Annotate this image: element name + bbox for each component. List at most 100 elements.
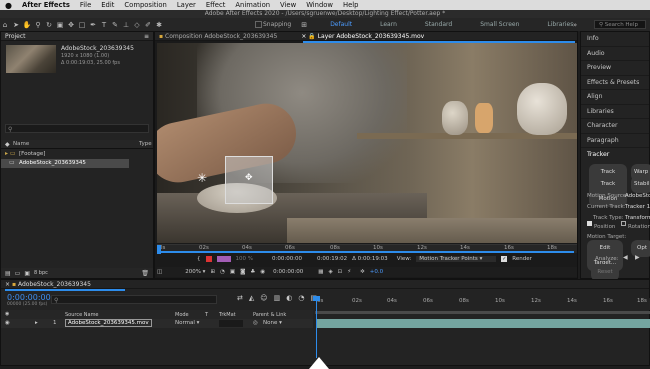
col-type[interactable]: Type — [139, 141, 152, 147]
time-ruler[interactable]: 0s 02s 04s 06s 08s 10s 12s 14s 16s 18s — [157, 244, 577, 254]
panel-audio[interactable]: Audio — [581, 47, 649, 61]
menu-help[interactable]: Help — [338, 1, 364, 9]
rectangle-tool-icon[interactable]: □ — [77, 20, 87, 30]
visibility-eye-icon[interactable]: ◉ — [5, 320, 10, 326]
set-in-icon[interactable]: { — [197, 256, 201, 262]
timeline-playhead[interactable] — [316, 298, 317, 358]
brush-tool-icon[interactable]: ✎ — [110, 20, 120, 30]
col-source-name[interactable]: Source Name — [65, 312, 99, 318]
bpc-label[interactable]: 8 bpc — [34, 270, 48, 276]
table-row[interactable]: ◉ ▸ 1 AdobeStock_203639345.mov Normal ▾ … — [1, 319, 313, 328]
snap-options-icon[interactable]: ⊞ — [299, 20, 309, 30]
shy-icon[interactable]: ☺ — [260, 294, 267, 302]
panel-libraries[interactable]: Libraries — [581, 105, 649, 119]
search-help-input[interactable]: ⚲ Search Help — [594, 20, 646, 29]
view-dropdown[interactable]: Motion Tracker Points ▾ — [416, 256, 497, 262]
position-checkbox-icon[interactable] — [587, 221, 592, 226]
app-menu[interactable]: After Effects — [17, 1, 75, 9]
panel-effects-presets[interactable]: Effects & Presets — [581, 76, 649, 90]
pan-behind-tool-icon[interactable]: ✥ — [66, 20, 76, 30]
panel-paragraph[interactable]: Paragraph — [581, 134, 649, 148]
video-frame[interactable]: ✳ ✥ — [157, 43, 577, 243]
project-tab[interactable]: Project ≡ — [1, 32, 153, 41]
panel-info[interactable]: Info — [581, 32, 649, 47]
parent-pickwhip-icon[interactable]: ◎ — [253, 320, 258, 326]
trkmat-dropdown[interactable] — [219, 320, 243, 327]
new-comp-icon[interactable]: ▣ — [24, 270, 30, 277]
safe-zone-icon[interactable]: ▣ — [230, 269, 235, 275]
layer-name[interactable]: AdobeStock_203639345.mov — [65, 319, 152, 327]
tracker-feature-icon[interactable]: ✳ — [197, 171, 207, 185]
new-folder-icon[interactable]: ▭ — [15, 270, 21, 277]
lock-icon[interactable]: 🔒 — [308, 33, 315, 40]
panel-character[interactable]: Character — [581, 119, 649, 134]
3d-view-icon[interactable]: ◈ — [328, 269, 332, 275]
project-search-input[interactable]: ⚲ — [5, 124, 149, 133]
end-time[interactable]: 0:00:19:02 — [317, 256, 347, 262]
close-icon[interactable]: × — [301, 33, 306, 40]
interpret-footage-icon[interactable]: ▤ — [5, 270, 11, 277]
zoom-tool-icon[interactable]: ⚲ — [33, 20, 43, 30]
analyze-back-icon[interactable]: ◀ — [623, 251, 628, 266]
fast-preview-icon[interactable]: ⚡ — [347, 269, 351, 275]
work-area-bar[interactable] — [315, 311, 650, 314]
playhead-icon[interactable] — [157, 245, 161, 254]
playhead-handle-icon[interactable] — [313, 296, 320, 301]
layer-tab[interactable]: × 🔒 Layer AdobeStock_203639345.mov — [301, 32, 424, 40]
show-snapshot-icon[interactable]: ♣ — [250, 269, 255, 275]
home-icon[interactable]: ⌂ — [0, 20, 10, 30]
comp-flowchart-icon[interactable]: ⇄ — [237, 294, 243, 302]
roi-icon[interactable]: ⊡ — [338, 269, 343, 275]
options-button[interactable]: Opt — [631, 240, 650, 257]
work-area-bar[interactable] — [159, 251, 574, 253]
draft-3d-icon[interactable]: ◭ — [249, 294, 254, 302]
menu-view[interactable]: View — [275, 1, 301, 9]
mask-icon[interactable]: ◔ — [220, 269, 225, 275]
analyze-forward-icon[interactable]: ▶ — [635, 251, 640, 266]
workspace-standard[interactable]: Standard — [411, 21, 466, 28]
timeline-search-input[interactable]: ⚲ — [51, 295, 217, 304]
render-checkbox-icon[interactable]: ✓ — [501, 256, 508, 262]
timeline-ruler[interactable]: 0s 02s 04s 06s 08s 10s 12s 14s 16s 18s — [315, 298, 650, 310]
snapshot-icon[interactable]: ◙ — [240, 269, 245, 275]
menu-layer[interactable]: Layer — [172, 1, 201, 9]
menu-edit[interactable]: Edit — [96, 1, 119, 9]
type-tool-icon[interactable]: T — [99, 20, 109, 30]
apple-icon[interactable]: ● — [0, 1, 17, 10]
hand-tool-icon[interactable]: ✋ — [22, 20, 32, 30]
expand-chevron-icon[interactable]: ▸ — [35, 320, 38, 326]
rotate-tool-icon[interactable]: ↻ — [44, 20, 54, 30]
workspace-default[interactable]: Default — [316, 21, 366, 28]
always-preview-icon[interactable]: ◫ — [157, 269, 162, 275]
channel-icon[interactable]: ◉ — [260, 269, 265, 275]
grid-icon[interactable]: ⊞ — [210, 269, 215, 275]
transparency-icon[interactable]: ▦ — [318, 269, 323, 275]
delete-icon[interactable]: 🗑 — [141, 270, 149, 277]
col-name[interactable]: Name — [13, 141, 29, 147]
timeline-tab[interactable]: AdobeStock_203639345 — [18, 281, 91, 288]
eraser-tool-icon[interactable]: ◇ — [132, 20, 142, 30]
camera-tool-icon[interactable]: ▣ — [55, 20, 65, 30]
color-swatch-red[interactable] — [205, 256, 212, 262]
col-t[interactable]: T — [205, 312, 208, 318]
selection-tool-icon[interactable]: ➤ — [11, 20, 21, 30]
close-icon[interactable]: × — [5, 281, 10, 288]
start-time[interactable]: 0:00:00:00 — [272, 256, 302, 262]
motion-blur-icon[interactable]: ◐ — [286, 294, 292, 302]
current-time[interactable]: 0:00:00:00 — [273, 269, 303, 275]
col-trkmat[interactable]: TrkMat — [219, 312, 236, 318]
panel-tracker[interactable]: Tracker — [581, 148, 649, 163]
col-mode[interactable]: Mode — [175, 312, 189, 318]
list-item[interactable]: ▭ AdobeStock_203639345 — [1, 159, 129, 168]
pen-tool-icon[interactable]: ✒ — [88, 20, 98, 30]
color-swatch-purple[interactable] — [216, 256, 231, 262]
layer-track-bar[interactable] — [317, 319, 650, 328]
zoom-dropdown[interactable]: 200% ▾ — [185, 269, 205, 275]
panel-align[interactable]: Align — [581, 90, 649, 105]
menu-animation[interactable]: Animation — [230, 1, 275, 9]
workspace-overflow-icon[interactable]: » — [570, 20, 580, 30]
composition-tab[interactable]: ▪ Composition AdobeStock_203639345 — [159, 32, 277, 40]
menu-file[interactable]: File — [75, 1, 96, 9]
exposure-value[interactable]: +0.0 — [370, 269, 383, 275]
workspace-small-screen[interactable]: Small Screen — [466, 21, 533, 28]
